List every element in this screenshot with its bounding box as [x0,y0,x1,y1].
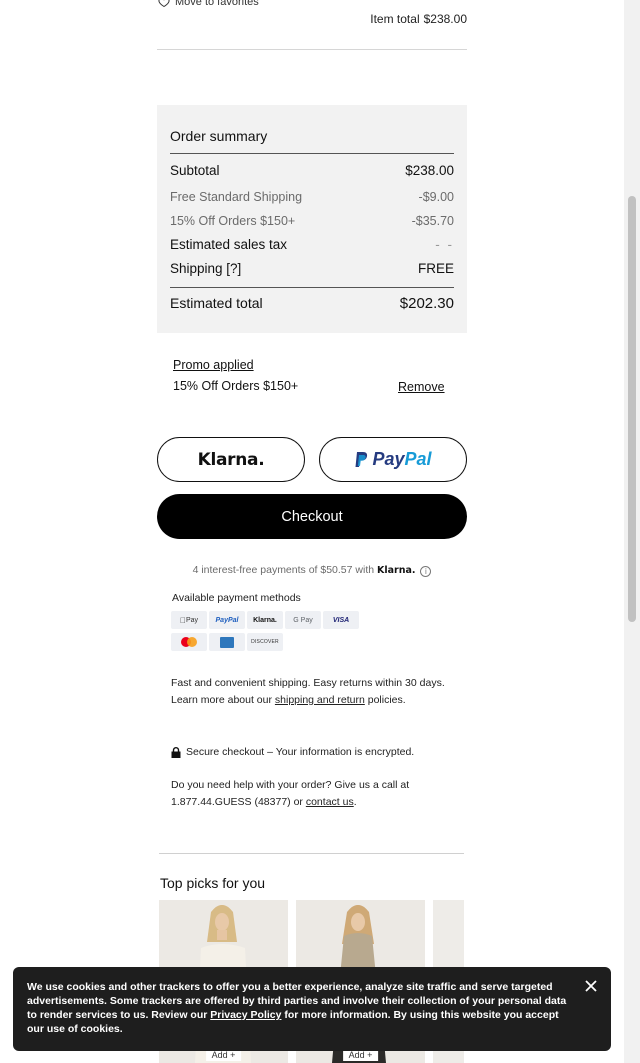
klarna-installment-note: 4 interest-free payments of $50.57 with … [157,564,467,577]
summary-row-sales-tax: Estimated sales tax - - [170,237,454,252]
secure-checkout-text: Secure checkout – Your information is en… [186,746,415,758]
promo-name: 15% Off Orders $150+ [173,379,299,393]
privacy-policy-link[interactable]: Privacy Policy [210,1009,281,1021]
remove-promo-link[interactable]: Remove [398,380,445,394]
shipping-returns-link[interactable]: shipping and return [275,694,365,706]
summary-value: FREE [417,261,454,276]
apple-pay-label: Pay [182,616,198,624]
paypal-mark-icon [355,451,368,467]
amex-icon [209,633,245,651]
estimated-total-value: $202.30 [399,295,454,312]
checkout-button[interactable]: Checkout [157,494,467,539]
klarna-button[interactable]: Klarna. [157,437,305,482]
heart-icon [158,0,170,8]
summary-value: -$35.70 [411,214,454,228]
summary-divider [170,287,454,288]
google-pay-icon: G Pay [285,611,321,629]
payment-methods-title: Available payment methods [172,592,301,604]
item-total-value: $238.00 [423,12,467,26]
shipping-help-label[interactable]: Shipping [?] [170,261,241,276]
summary-label: Free Standard Shipping [170,190,303,204]
lock-icon [171,746,181,758]
discover-label: DISCOVER [251,639,279,645]
scrollbar-thumb[interactable] [628,196,636,622]
promo-applied-label[interactable]: Promo applied [173,358,254,372]
close-icon[interactable] [584,979,598,993]
apple-pay-icon: Pay [171,611,207,629]
paypal-logo: PayPal [354,449,432,470]
move-to-favorites-link[interactable]: Move to favorites [158,0,259,8]
summary-row-shipping: Shipping [?] FREE [170,261,454,276]
item-total: Item total $238.00 [157,12,467,26]
summary-divider [170,153,454,154]
paypal-icon: PayPal [209,611,245,629]
klarna-brand: Klarna. [377,565,416,576]
mastercard-icon [171,633,207,651]
summary-value: -$9.00 [418,190,454,204]
help-text: Do you need help with your order? Give u… [171,779,410,808]
secure-checkout-note: Secure checkout – Your information is en… [171,746,414,758]
item-total-label: Item total [370,12,420,26]
contact-us-link[interactable]: contact us [306,796,354,808]
order-summary-title: Order summary [170,128,268,144]
divider [159,853,464,854]
summary-value: $238.00 [405,163,454,178]
summary-row-total: Estimated total $202.30 [170,295,454,312]
summary-row-subtotal: Subtotal $238.00 [170,163,454,178]
order-summary-panel: Order summary Subtotal $238.00 Free Stan… [157,105,467,333]
discover-icon: DISCOVER [247,633,283,651]
cookie-banner: We use cookies and other trackers to off… [13,967,611,1051]
klarna-icon: Klarna. [247,611,283,629]
scrollbar[interactable] [624,0,640,1063]
help-note: Do you need help with your order? Give u… [171,777,451,811]
summary-label: Subtotal [170,163,220,178]
move-to-favorites-label: Move to favorites [175,0,259,8]
summary-label: Estimated sales tax [170,237,288,252]
visa-icon: VISA [323,611,359,629]
klarna-logo: Klarna. [197,449,265,470]
paypal-button[interactable]: PayPal [319,437,467,482]
payment-methods-row: DISCOVER [171,633,283,651]
divider [157,49,467,50]
summary-row-promo-discount: 15% Off Orders $150+ -$35.70 [170,214,454,228]
top-picks-title: Top picks for you [160,875,266,891]
shipping-tail: policies. [367,694,406,706]
summary-label: 15% Off Orders $150+ [170,214,296,228]
paypal-text-b: Pal [404,449,432,469]
help-tail: . [353,796,357,808]
payment-methods-row: Pay PayPal Klarna. G Pay VISA [171,611,359,629]
info-icon[interactable]: i [420,566,432,577]
summary-row-shipping-discount: Free Standard Shipping -$9.00 [170,190,454,204]
paypal-text-a: Pay [372,449,405,469]
summary-value: - - [435,237,454,252]
klarna-installment-text: 4 interest-free payments of $50.57 with [192,564,375,576]
estimated-total-label: Estimated total [170,295,263,311]
shipping-returns-note: Fast and convenient shipping. Easy retur… [171,675,451,709]
